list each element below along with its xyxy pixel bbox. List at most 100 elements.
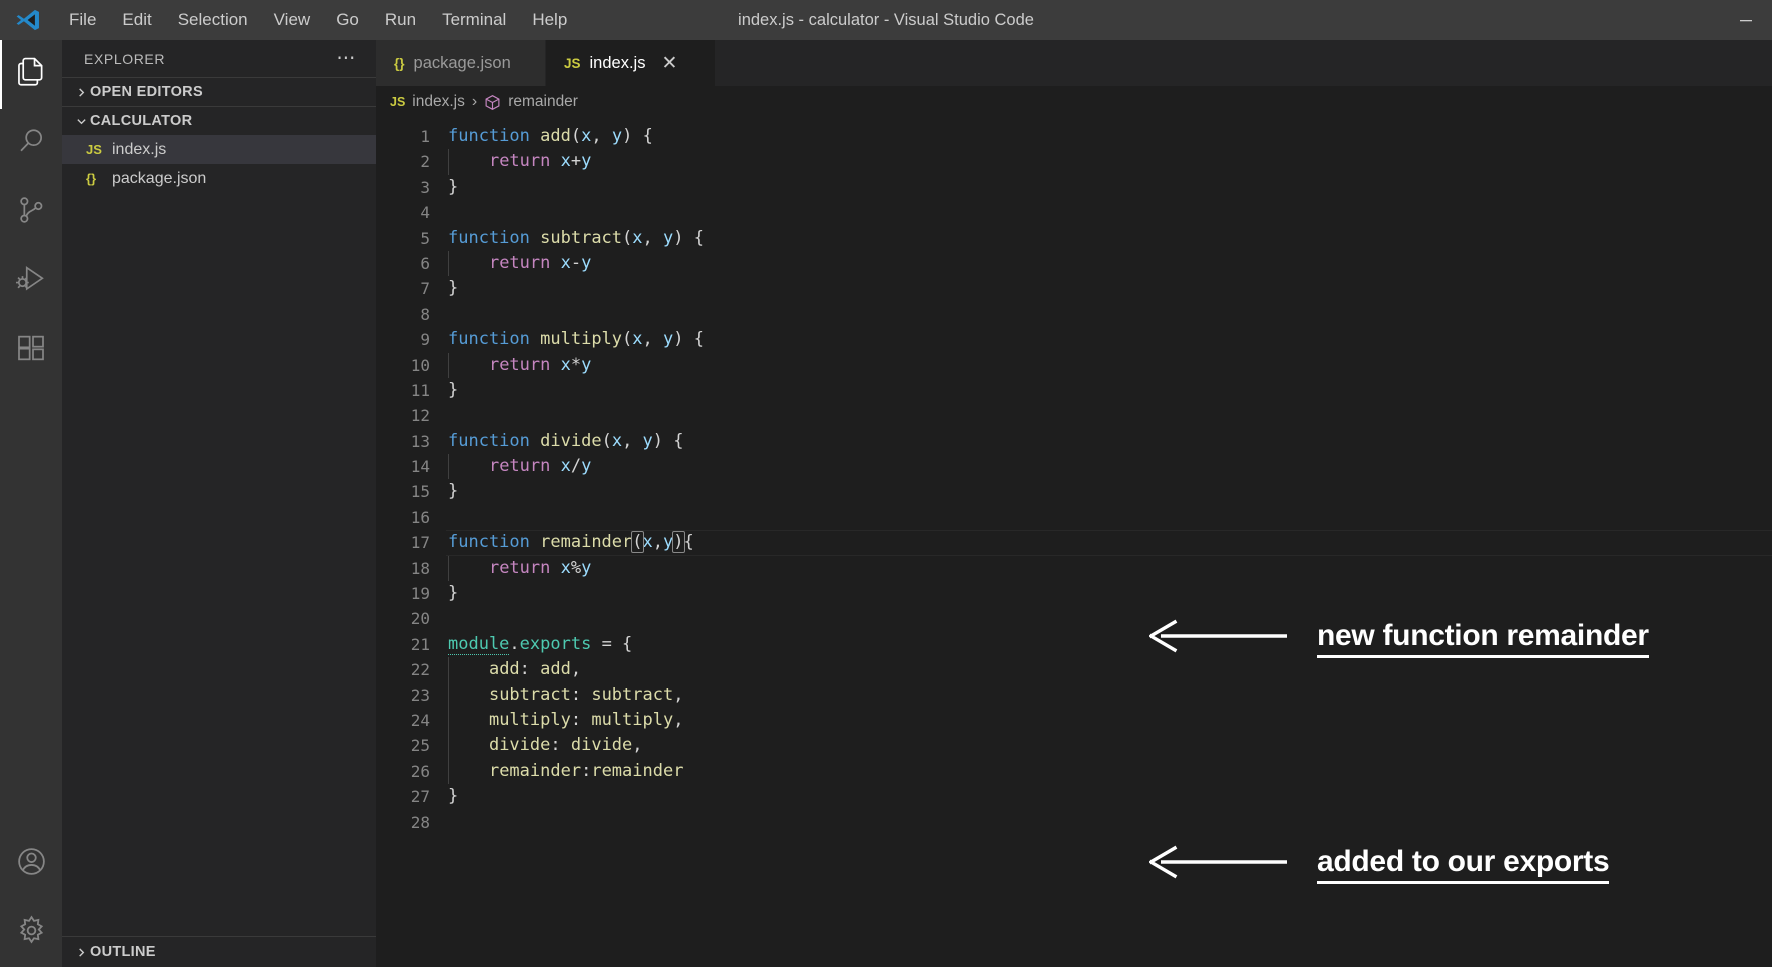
js-file-icon: JS [86,142,102,157]
activity-extensions[interactable] [0,316,62,385]
js-file-icon: JS [564,55,581,71]
code-line[interactable]: } [446,784,1772,809]
activity-search[interactable] [0,109,62,178]
code-line[interactable]: } [446,276,1772,301]
breadcrumb-symbol[interactable]: remainder [484,93,578,111]
window-controls[interactable] [1720,0,1772,40]
json-file-icon: {} [394,55,405,71]
code-line[interactable]: module.exports = { [446,632,1772,657]
code-token: x [560,456,571,477]
code-line[interactable]: } [446,378,1772,403]
sidebar-more-actions-button[interactable]: ⋯ [328,49,364,68]
indent-guide [448,733,449,759]
code-line[interactable]: return x%y [446,555,1772,582]
sidebar-file-package-json[interactable]: {} package.json [62,164,376,193]
code-editor[interactable]: 1 2 3 4 5 6 7 8 9 10 11 12 13 14 15 16 17 18 19 20 21 22 23 24 2… [376,118,1772,967]
code-token: x [560,252,571,273]
editor-group: {} package.json JS index.js ✕ JS index.j… [376,40,1772,967]
breadcrumb-file[interactable]: JS index.js [390,93,465,111]
activity-run-debug[interactable] [0,247,62,316]
code-line[interactable]: return x/y [446,454,1772,480]
menu-view[interactable]: View [261,0,324,40]
code-line[interactable]: return x-y [446,250,1772,277]
code-line[interactable] [446,403,1772,428]
code-line[interactable] [446,302,1772,327]
code-token: y [581,151,592,172]
code-token: / [570,456,582,477]
minimize-button[interactable] [1720,0,1772,40]
code-line[interactable]: function divide(x, y) { [446,429,1772,454]
menu-selection[interactable]: Selection [165,0,261,40]
code-token: remainder [540,532,633,553]
code-line[interactable]: remainder:remainder [446,758,1772,785]
code-token: ) { [652,430,684,451]
code-token: function [448,532,530,553]
code-token: return [488,252,551,273]
code-token: x [611,430,623,451]
menu-go[interactable]: Go [323,0,372,40]
code-line[interactable] [446,810,1772,835]
menu-run[interactable]: Run [372,0,429,40]
sidebar-section-calculator[interactable]: CALCULATOR [62,106,376,135]
code-line[interactable]: add: add, [446,657,1772,683]
code-token: , [673,684,684,705]
code-line[interactable]: return x*y [446,352,1772,378]
line-number: 18 [410,558,430,578]
code-content[interactable]: function add(x, y) { return x+y} function… [446,118,1772,967]
code-token: module [448,633,510,655]
activity-manage[interactable] [0,898,62,967]
line-number: 26 [410,761,430,781]
menu-edit[interactable]: Edit [109,0,164,40]
json-file-icon: {} [86,171,97,186]
tab-close-button[interactable]: ✕ [661,54,677,73]
sidebar-section-open-editors[interactable]: OPEN EDITORS [62,77,376,106]
menu-help[interactable]: Help [519,0,580,40]
indent-guide [448,149,449,175]
menu-file[interactable]: File [56,0,109,40]
code-line[interactable]: divide: divide, [446,733,1772,759]
tab-package-json[interactable]: {} package.json [376,40,546,86]
sidebar-section-outline[interactable]: OUTLINE [62,936,376,967]
code-token: ) { [673,227,704,248]
activity-explorer[interactable] [0,40,62,109]
search-icon [15,125,47,162]
line-number: 5 [420,228,430,248]
activity-accounts[interactable] [0,829,62,898]
code-line[interactable]: function multiply(x, y) { [446,327,1772,352]
code-line[interactable]: function add(x, y) { [446,124,1772,149]
code-line[interactable]: } [446,479,1772,504]
code-line[interactable]: } [446,581,1772,606]
sidebar-file-index-js[interactable]: JS index.js [62,135,376,164]
code-token: , [622,430,643,451]
code-line[interactable]: return x+y [446,149,1772,175]
code-line[interactable]: subtract: subtract, [446,682,1772,708]
code-line[interactable] [446,505,1772,530]
menu-terminal[interactable]: Terminal [429,0,519,40]
code-token: , [673,709,684,730]
line-number: 11 [410,380,430,400]
activity-source-control[interactable] [0,178,62,247]
tab-index-js[interactable]: JS index.js ✕ [546,40,716,86]
code-line[interactable]: function subtract(x, y) { [446,226,1772,251]
code-line[interactable] [446,200,1772,225]
code-token: divide [570,735,633,756]
code-line[interactable] [446,606,1772,631]
code-token: y [581,354,592,375]
breadcrumb-symbol-label: remainder [508,93,578,110]
menu-bar[interactable]: File Edit Selection View Go Run Terminal… [56,0,580,40]
code-token: , [632,735,643,756]
account-icon [15,845,48,883]
line-number: 3 [420,177,430,197]
code-line[interactable]: function remainder(x,y){ [446,530,1772,555]
activity-bar [0,40,62,967]
cube-symbol-icon [484,94,501,111]
code-line[interactable]: } [446,175,1772,200]
line-number: 23 [410,685,430,705]
code-line[interactable]: multiply: multiply, [446,707,1772,734]
line-number: 20 [410,609,430,629]
code-token: x [642,532,653,553]
